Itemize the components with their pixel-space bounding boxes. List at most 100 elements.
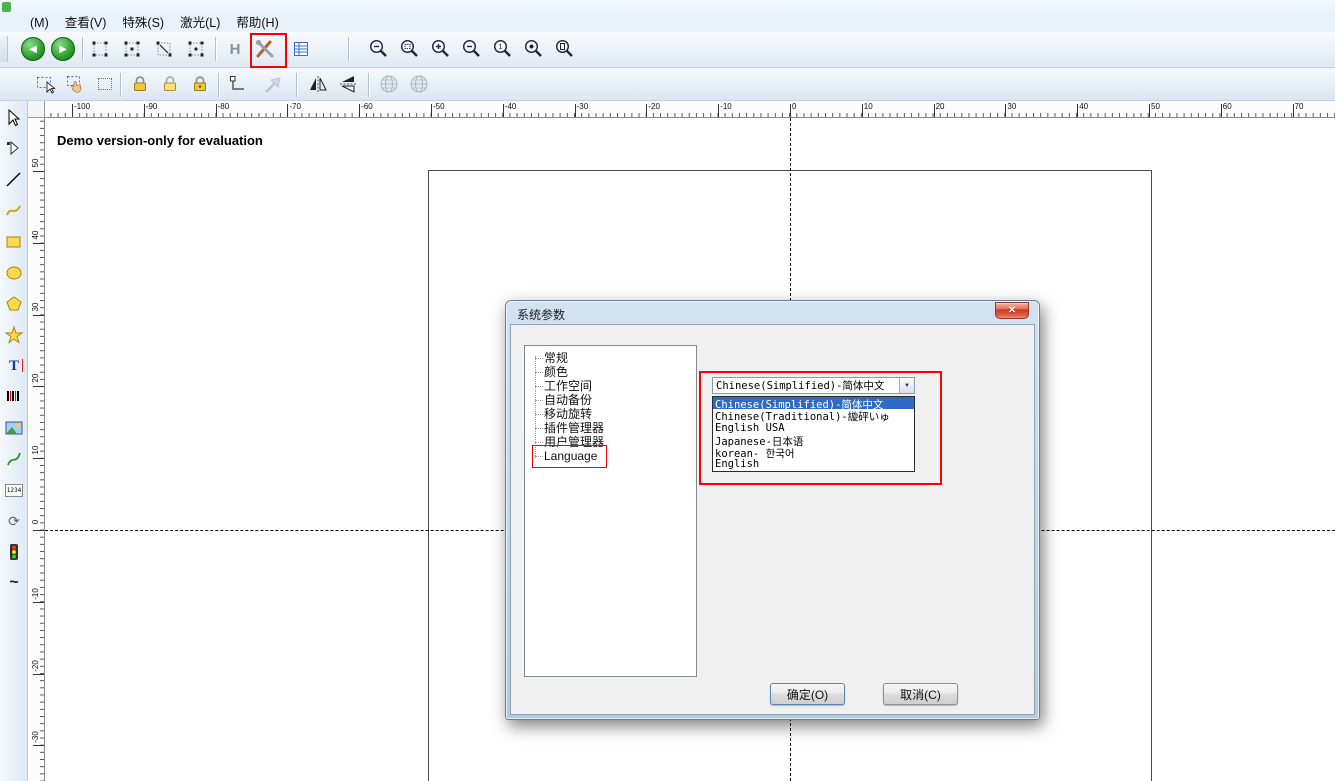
- tool-text-button[interactable]: T: [1, 353, 27, 379]
- menu-file[interactable]: (M): [22, 14, 57, 32]
- hatch-pattern-button-1[interactable]: [376, 71, 402, 97]
- tool-freehand-button[interactable]: [1, 198, 27, 224]
- dialog-body: 常规 颜色 工作空间 自动备份 移动旋转 插件管理器 用户管理器 Languag…: [510, 324, 1035, 715]
- tool-node-edit-button[interactable]: [1, 136, 27, 162]
- tree-item-label: 颜色: [544, 365, 568, 379]
- tools-icon: [253, 37, 277, 61]
- language-combobox[interactable]: Chinese(Simplified)-简体中文 ▼: [712, 377, 915, 394]
- tree-item-plugin-manager[interactable]: 插件管理器: [525, 421, 696, 435]
- language-option-4[interactable]: korean- 한국어: [713, 446, 914, 458]
- separator: [82, 37, 83, 61]
- marquee-zone-button[interactable]: [92, 71, 118, 97]
- tree-item-color[interactable]: 颜色: [525, 365, 696, 379]
- tree-item-move-rotate[interactable]: 移动旋转: [525, 407, 696, 421]
- zoom-page-icon: [554, 38, 576, 60]
- separator: [348, 37, 349, 61]
- zoom-extents-button[interactable]: [521, 36, 547, 62]
- tree-item-user-manager[interactable]: 用户管理器: [525, 435, 696, 449]
- separator: [218, 73, 219, 97]
- zoom-out-button[interactable]: [366, 36, 392, 62]
- language-option-0[interactable]: Chinese(Simplified)-简体中文: [713, 397, 914, 409]
- mirror-horizontal-button[interactable]: [335, 71, 361, 97]
- zoom-out-icon: [368, 38, 390, 60]
- tool-rotate-button[interactable]: ⟳: [1, 508, 27, 534]
- vector-file-icon: [4, 449, 24, 469]
- properties-table-icon: [291, 39, 311, 59]
- tool-star-button[interactable]: [1, 322, 27, 348]
- app-icon: [2, 2, 11, 12]
- cancel-button[interactable]: 取消(C): [883, 683, 958, 705]
- forward-button[interactable]: ▶: [50, 36, 76, 62]
- zoom-page-button[interactable]: [552, 36, 578, 62]
- system-parameters-button[interactable]: [252, 36, 278, 62]
- tree-item-label: Language: [544, 449, 597, 463]
- pick-hand-button[interactable]: [63, 71, 89, 97]
- lock-button-1[interactable]: [127, 71, 153, 97]
- mirror-vertical-button[interactable]: [305, 71, 331, 97]
- zoom-out-2-button[interactable]: [459, 36, 485, 62]
- tool-ellipse-button[interactable]: [1, 260, 27, 286]
- node-select-button[interactable]: [87, 36, 113, 62]
- text-tool-icon: T: [9, 358, 19, 375]
- combobox-dropdown-button[interactable]: ▼: [899, 378, 914, 393]
- tool-barcode-button[interactable]: [1, 384, 27, 410]
- menu-special[interactable]: 特殊(S): [114, 14, 172, 32]
- lock-button-3[interactable]: [187, 71, 213, 97]
- tool-serial-number-button[interactable]: 1234: [1, 477, 27, 503]
- zoom-actual-button[interactable]: 1: [490, 36, 516, 62]
- hatch-button[interactable]: H: [222, 36, 248, 62]
- language-option-3[interactable]: Japanese-日本语: [713, 434, 914, 446]
- ruler-corner: [28, 101, 45, 118]
- clipped-toolbar-button[interactable]: [0, 36, 8, 62]
- hatch-icon: H: [230, 41, 241, 58]
- select-objects-button[interactable]: [33, 71, 59, 97]
- language-option-1[interactable]: Chinese(Traditional)-縼砰いゅ: [713, 409, 914, 421]
- image-icon: [4, 418, 24, 438]
- settings-tree: 常规 颜色 工作空间 自动备份 移动旋转 插件管理器 用户管理器 Languag…: [524, 345, 697, 677]
- tree-item-autobackup[interactable]: 自动备份: [525, 393, 696, 407]
- back-button[interactable]: ◀: [20, 36, 46, 62]
- tree-item-general[interactable]: 常规: [525, 351, 696, 365]
- zoom-in-icon: [430, 38, 452, 60]
- menu-laser[interactable]: 激光(L): [172, 14, 228, 32]
- hatch-pattern-button-2[interactable]: [406, 71, 432, 97]
- tool-vector-file-button[interactable]: [1, 446, 27, 472]
- zoom-out-2-icon: [461, 38, 483, 60]
- separator: [368, 73, 369, 97]
- lock-button-2[interactable]: [157, 71, 183, 97]
- mirror-vertical-icon: [307, 73, 329, 95]
- demo-watermark: Demo version-only for evaluation: [57, 133, 263, 148]
- menu-help[interactable]: 帮助(H): [228, 14, 286, 32]
- curve-icon: [4, 201, 24, 221]
- tree-item-label: 工作空间: [544, 379, 592, 393]
- corner-node-icon: [228, 74, 248, 94]
- tool-polygon-button[interactable]: [1, 291, 27, 317]
- language-option-2[interactable]: English USA: [713, 422, 914, 434]
- tree-item-language[interactable]: Language: [525, 449, 696, 463]
- move-rotate-button[interactable]: [260, 71, 286, 97]
- ok-button[interactable]: 确定(O): [770, 683, 845, 705]
- put-to-origin-button[interactable]: [225, 71, 251, 97]
- tree-item-workspace[interactable]: 工作空间: [525, 379, 696, 393]
- menu-view[interactable]: 查看(V): [57, 14, 115, 32]
- object-properties-button[interactable]: [288, 36, 314, 62]
- tool-wave-button[interactable]: ~: [1, 570, 27, 596]
- unlock-icon: [160, 74, 180, 94]
- tool-laser-control-button[interactable]: [1, 539, 27, 565]
- polygon-icon: [4, 294, 24, 314]
- dialog-titlebar[interactable]: 系统参数 ✕: [506, 301, 1039, 324]
- globe-icon: [378, 73, 400, 95]
- tool-bitmap-button[interactable]: [1, 415, 27, 441]
- window-titlebar: [0, 0, 1335, 14]
- zoom-window-button[interactable]: [397, 36, 423, 62]
- language-option-5[interactable]: English: [713, 458, 914, 470]
- dialog-close-button[interactable]: ✕: [995, 302, 1029, 319]
- zoom-in-button[interactable]: [428, 36, 454, 62]
- node-add-icon: [122, 39, 142, 59]
- node-delete-button[interactable]: [183, 36, 209, 62]
- node-add-button[interactable]: [119, 36, 145, 62]
- tool-line-button[interactable]: [1, 167, 27, 193]
- tool-rectangle-button[interactable]: [1, 229, 27, 255]
- tool-select-button[interactable]: [1, 105, 27, 131]
- node-move-button[interactable]: [151, 36, 177, 62]
